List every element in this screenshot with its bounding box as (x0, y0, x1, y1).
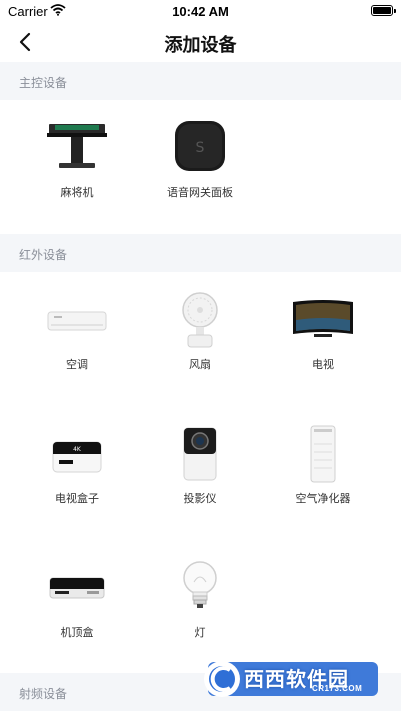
status-time: 10:42 AM (172, 4, 229, 19)
watermark-logo: 西西软件园 CR173.COM (200, 660, 382, 700)
device-tv[interactable]: 电视 (256, 276, 390, 396)
device-projector[interactable]: 投影仪 (133, 410, 267, 530)
device-mahjong-machine[interactable]: 麻将机 (10, 104, 144, 224)
device-label: 风扇 (189, 359, 211, 371)
watermark-subtext: CR173.COM (312, 684, 363, 693)
device-label: 语音网关面板 (167, 187, 233, 199)
section-title-rf: 射频设备 (19, 687, 68, 701)
device-set-top-box[interactable]: 机顶盒 (10, 544, 144, 664)
device-label: 电视 (312, 359, 334, 371)
status-bar: Carrier 10:42 AM (0, 0, 401, 22)
svg-text:4K: 4K (73, 446, 82, 453)
section-header-main: 主控设备 (0, 62, 401, 100)
fan-icon (133, 290, 267, 350)
nav-bar: 添加设备 (0, 22, 401, 62)
air-purifier-icon (256, 424, 390, 484)
device-label: 电视盒子 (55, 493, 99, 505)
section-title-ir: 红外设备 (19, 248, 68, 262)
device-voice-gateway-panel[interactable]: S 语音网关面板 (133, 104, 267, 224)
air-conditioner-icon (10, 290, 144, 350)
device-label: 灯 (194, 627, 206, 639)
tv-icon (256, 290, 390, 350)
svg-text:S: S (196, 140, 205, 156)
battery-icon (371, 5, 396, 16)
section-header-ir: 红外设备 (0, 234, 401, 272)
device-label: 投影仪 (183, 493, 217, 505)
device-label: 麻将机 (60, 187, 94, 199)
light-bulb-icon (133, 558, 267, 618)
voice-panel-icon: S (133, 118, 267, 178)
set-top-box-icon (10, 558, 144, 618)
device-tv-box[interactable]: 4K 电视盒子 (10, 410, 144, 530)
device-label: 空气净化器 (295, 493, 351, 505)
device-air-conditioner[interactable]: 空调 (10, 276, 144, 396)
device-label: 机顶盒 (60, 627, 94, 639)
section-title-main: 主控设备 (19, 76, 68, 90)
projector-icon (133, 424, 267, 484)
device-label: 空调 (66, 359, 88, 371)
tv-box-icon: 4K (10, 424, 144, 484)
device-air-purifier[interactable]: 空气净化器 (256, 410, 390, 530)
device-fan[interactable]: 风扇 (133, 276, 267, 396)
page-title: 添加设备 (164, 35, 237, 55)
mahjong-machine-icon (10, 118, 144, 178)
device-lamp[interactable]: 灯 (133, 544, 267, 664)
